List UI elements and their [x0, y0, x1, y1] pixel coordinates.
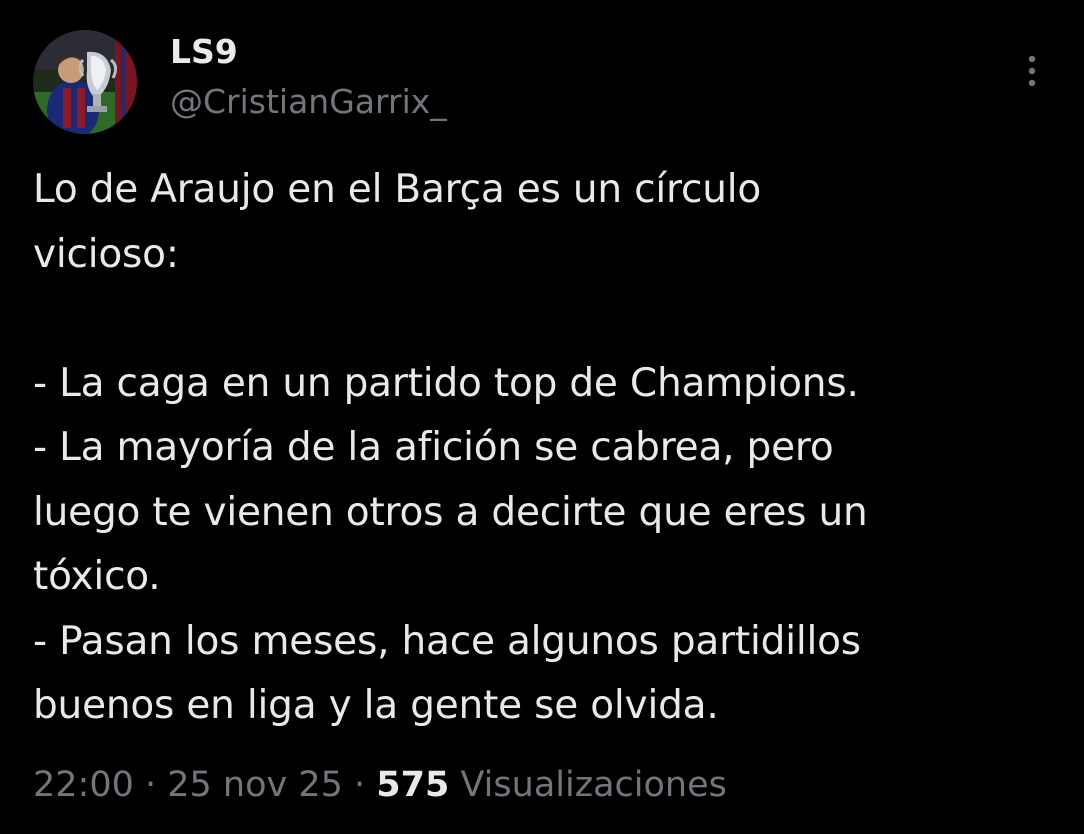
- tweet-text-line: buenos en liga y la gente se olvida.: [33, 683, 719, 728]
- more-vertical-icon: [1028, 55, 1036, 87]
- tweet-text-line: vicioso:: [33, 231, 179, 277]
- tweet-time[interactable]: 22:00: [33, 765, 134, 805]
- views-count[interactable]: 575: [376, 765, 449, 805]
- username-handle[interactable]: @CristianGarrix_: [170, 82, 447, 122]
- tweet-text-line: - La caga en un partido top de Champions…: [33, 360, 859, 406]
- tweet-text-line: tóxico.: [33, 554, 161, 599]
- tweet-text-line: Lo de Araujo en el Barça es un círculo: [33, 167, 762, 212]
- tweet-text-line: - Pasan los meses, hace algunos partidil…: [33, 618, 861, 664]
- more-options-button[interactable]: [1014, 50, 1050, 94]
- tweet-date[interactable]: 25 nov 25: [167, 765, 343, 805]
- tweet-text-line: [33, 287, 1063, 352]
- avatar[interactable]: [33, 30, 137, 134]
- tweet-text: Lo de Araujo en el Barça es un círculo v…: [33, 158, 1063, 739]
- meta-separator: ·: [133, 765, 168, 805]
- meta-separator: ·: [342, 765, 377, 805]
- avatar-image: [33, 30, 137, 134]
- tweet-text-line: luego te vienen otros a decirte que eres…: [33, 489, 868, 535]
- tweet: LS9 @CristianGarrix_ Lo de Araujo en el …: [0, 0, 1084, 834]
- views-label: Visualizaciones: [460, 765, 727, 805]
- display-name[interactable]: LS9: [170, 32, 238, 72]
- tweet-text-line: - La mayoría de la afición se cabrea, pe…: [33, 425, 834, 470]
- tweet-metadata: 22:00 · 25 nov 25 · 575 Visualizaciones: [33, 760, 727, 810]
